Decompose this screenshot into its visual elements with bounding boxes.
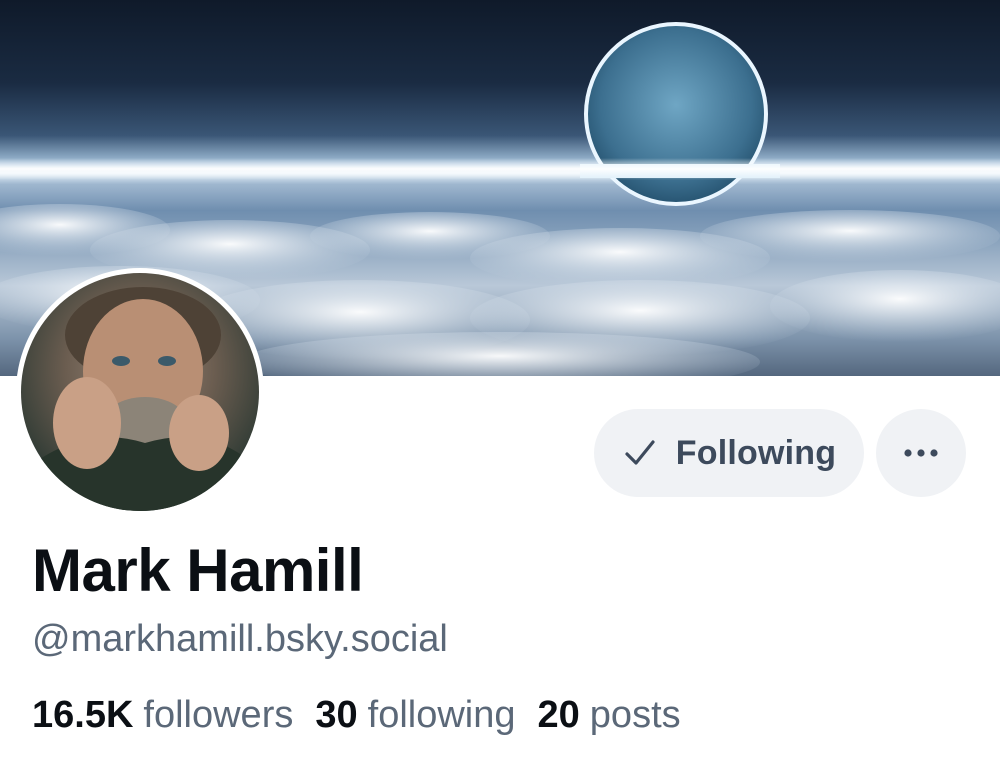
following-count: 30 [315, 694, 358, 736]
followers-stat[interactable]: 16.5K followers [32, 694, 293, 737]
profile-handle: @markhamill.bsky.social [32, 618, 448, 660]
more-options-button[interactable] [876, 409, 966, 497]
following-button[interactable]: Following [594, 409, 864, 497]
followers-count: 16.5K [32, 694, 134, 736]
display-name: Mark Hamill [32, 537, 364, 604]
following-label: following [367, 694, 516, 736]
following-button-label: Following [675, 433, 837, 472]
posts-count: 20 [537, 694, 580, 736]
check-icon [625, 440, 655, 465]
ellipsis-icon [904, 449, 938, 457]
followers-label: followers [143, 694, 294, 736]
avatar-image [21, 273, 259, 511]
following-stat[interactable]: 30 following [315, 694, 515, 737]
posts-label: posts [589, 694, 681, 736]
avatar[interactable] [16, 268, 264, 516]
posts-stat: 20 posts [538, 694, 681, 737]
profile-stats: 16.5K followers 30 following 20 posts [32, 694, 681, 737]
